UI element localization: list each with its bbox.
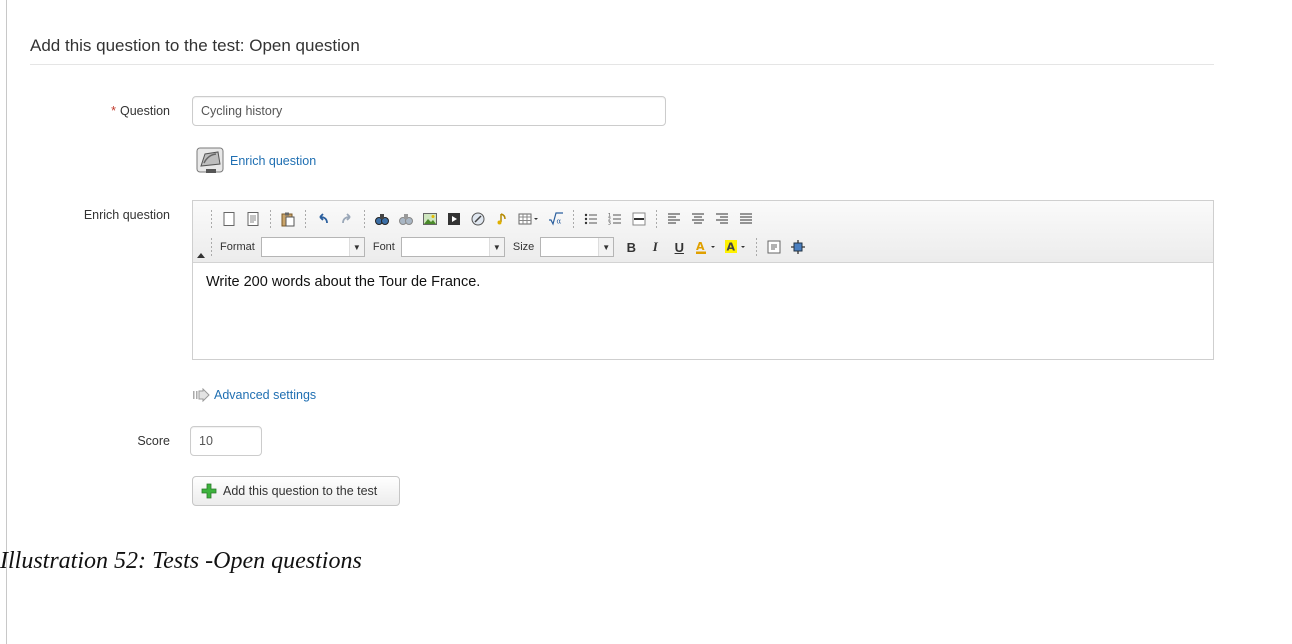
- insert-audio-button[interactable]: [491, 208, 513, 230]
- italic-button[interactable]: I: [644, 236, 666, 258]
- maximize-button[interactable]: [787, 236, 809, 258]
- question-input[interactable]: [192, 96, 666, 126]
- toolbar-separator: [270, 210, 271, 228]
- question-label: Question: [119, 104, 170, 118]
- font-combo-label: Font: [372, 241, 395, 253]
- score-label: Score: [137, 434, 170, 448]
- editor-toolbar: α 123 Format ▼ Font ▼ Size ▼ B I U A A: [193, 201, 1213, 263]
- paste-button[interactable]: [277, 208, 299, 230]
- format-combo[interactable]: ▼: [260, 237, 365, 257]
- rich-text-editor: α 123 Format ▼ Font ▼ Size ▼ B I U A A W…: [192, 200, 1214, 360]
- horizontal-rule-icon: [632, 212, 646, 226]
- toolbar-separator: [211, 238, 212, 256]
- toolbar-separator: [305, 210, 306, 228]
- replace-button[interactable]: [395, 208, 417, 230]
- editor-content[interactable]: Write 200 words about the Tour de France…: [206, 274, 480, 290]
- plus-icon: [201, 483, 217, 499]
- text-color-icon: A: [696, 240, 716, 254]
- source-icon: [767, 240, 781, 254]
- horizontal-rule-button[interactable]: [628, 208, 650, 230]
- table-icon: [518, 213, 538, 225]
- toolbar-separator: [364, 210, 365, 228]
- text-color-button[interactable]: A: [692, 236, 720, 258]
- align-justify-button[interactable]: [735, 208, 757, 230]
- enrich-question-link-text: Enrich question: [230, 154, 317, 168]
- required-marker: *: [111, 104, 116, 118]
- paste-icon: [281, 212, 295, 227]
- insert-flash-button[interactable]: [467, 208, 489, 230]
- advanced-settings-toggle[interactable]: Advanced settings: [192, 388, 316, 402]
- redo-icon: [342, 213, 351, 224]
- align-right-button[interactable]: [711, 208, 733, 230]
- binoculars-icon: [375, 214, 389, 225]
- redo-button[interactable]: [336, 208, 358, 230]
- size-combo[interactable]: ▼: [540, 237, 615, 257]
- image-icon: [423, 213, 437, 225]
- background-color-icon: A: [725, 240, 746, 254]
- new-page-button[interactable]: [218, 208, 240, 230]
- toolbar-separator: [211, 210, 212, 228]
- arrow-right-icon: [193, 388, 210, 402]
- enrich-question-label: Enrich question: [83, 208, 170, 222]
- binoculars-disabled-icon: [399, 214, 413, 225]
- underline-button[interactable]: U: [668, 236, 690, 258]
- math-formula-button[interactable]: α: [545, 208, 567, 230]
- score-input[interactable]: [190, 426, 262, 456]
- bulleted-list-button[interactable]: [580, 208, 602, 230]
- templates-icon: [247, 212, 259, 226]
- bold-button[interactable]: B: [620, 236, 642, 258]
- toolbar-separator: [756, 238, 758, 256]
- numbered-list-icon: 123: [608, 213, 621, 227]
- insert-video-button[interactable]: [443, 208, 465, 230]
- image-edit-icon: [196, 147, 224, 173]
- toolbar-separator: [573, 210, 574, 228]
- svg-text:A: A: [696, 240, 705, 253]
- templates-button[interactable]: [242, 208, 264, 230]
- question-label-wrap: * Question: [10, 104, 170, 118]
- toolbar-collapse-icon[interactable]: [197, 253, 205, 258]
- svg-text:α: α: [557, 218, 562, 226]
- table-button[interactable]: [515, 208, 543, 230]
- align-center-icon: [692, 213, 704, 224]
- maximize-icon: [791, 240, 806, 254]
- toolbar-row-1: α 123: [207, 207, 757, 231]
- chevron-down-icon: ▼: [598, 238, 614, 256]
- toolbar-row-2: Format ▼ Font ▼ Size ▼ B I U A A: [207, 235, 809, 259]
- add-question-button-label: Add this question to the test: [223, 484, 378, 498]
- size-combo-label: Size: [512, 241, 535, 253]
- add-question-button[interactable]: Add this question to the test: [192, 476, 400, 506]
- insert-image-button[interactable]: [419, 208, 441, 230]
- advanced-settings-text: Advanced settings: [214, 388, 317, 402]
- enrich-question-link[interactable]: Enrich question: [196, 146, 316, 176]
- title-divider: [30, 64, 1214, 65]
- align-left-icon: [668, 213, 680, 224]
- bulleted-list-icon: [584, 213, 597, 225]
- align-left-button[interactable]: [663, 208, 685, 230]
- undo-icon: [319, 213, 328, 224]
- align-justify-icon: [740, 213, 752, 224]
- form-title: Add this question to the test: Open ques…: [30, 36, 360, 55]
- toolbar-separator: [656, 210, 657, 228]
- format-combo-label: Format: [220, 241, 255, 253]
- align-right-icon: [716, 213, 728, 224]
- find-button[interactable]: [371, 208, 393, 230]
- new-page-icon: [223, 212, 235, 226]
- video-icon: [448, 213, 460, 225]
- font-combo[interactable]: ▼: [400, 237, 505, 257]
- music-note-icon: [497, 213, 506, 225]
- numbered-list-button[interactable]: 123: [604, 208, 626, 230]
- align-center-button[interactable]: [687, 208, 709, 230]
- svg-text:A: A: [727, 241, 736, 254]
- svg-text:3: 3: [608, 221, 611, 227]
- math-icon: α: [549, 212, 563, 226]
- undo-button[interactable]: [312, 208, 334, 230]
- flash-icon: [471, 212, 485, 226]
- illustration-caption: Illustration 52: Tests -Open questions: [0, 548, 362, 574]
- chevron-down-icon: ▼: [348, 238, 364, 256]
- background-color-button[interactable]: A: [722, 236, 750, 258]
- chevron-down-icon: ▼: [488, 238, 504, 256]
- source-button[interactable]: [763, 236, 785, 258]
